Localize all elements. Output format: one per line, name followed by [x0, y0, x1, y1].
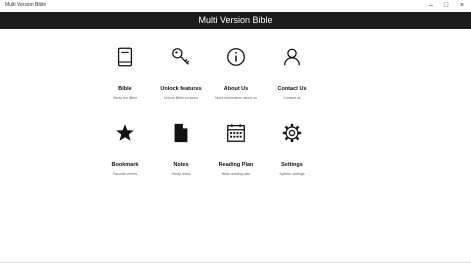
bottom-divider	[0, 262, 471, 263]
tile-settings[interactable]: Settings System settings	[257, 122, 327, 182]
window-title: Multi Version Bible	[5, 2, 47, 8]
tile-subtitle: Contact us	[283, 96, 301, 100]
close-button[interactable]: ×	[455, 1, 469, 11]
app-header: Multi Version Bible	[0, 12, 471, 29]
tile-label: Contact Us	[277, 86, 307, 92]
minimize-button[interactable]: –	[424, 1, 438, 11]
window-titlebar: Multi Version Bible – □ ×	[0, 0, 471, 12]
info-icon	[227, 48, 245, 66]
star-icon	[116, 124, 134, 141]
page-title: Multi Version Bible	[198, 15, 273, 25]
tile-subtitle: System settings	[279, 172, 305, 176]
maximize-button[interactable]: □	[439, 1, 453, 11]
book-icon	[117, 47, 133, 67]
tile-label: Settings	[281, 162, 303, 168]
gear-icon	[282, 123, 302, 143]
note-icon	[174, 123, 188, 143]
tile-contact-us[interactable]: Contact Us Contact us	[257, 46, 327, 106]
calendar-icon	[227, 124, 245, 142]
key-icon	[172, 48, 190, 65]
person-icon	[284, 48, 300, 66]
